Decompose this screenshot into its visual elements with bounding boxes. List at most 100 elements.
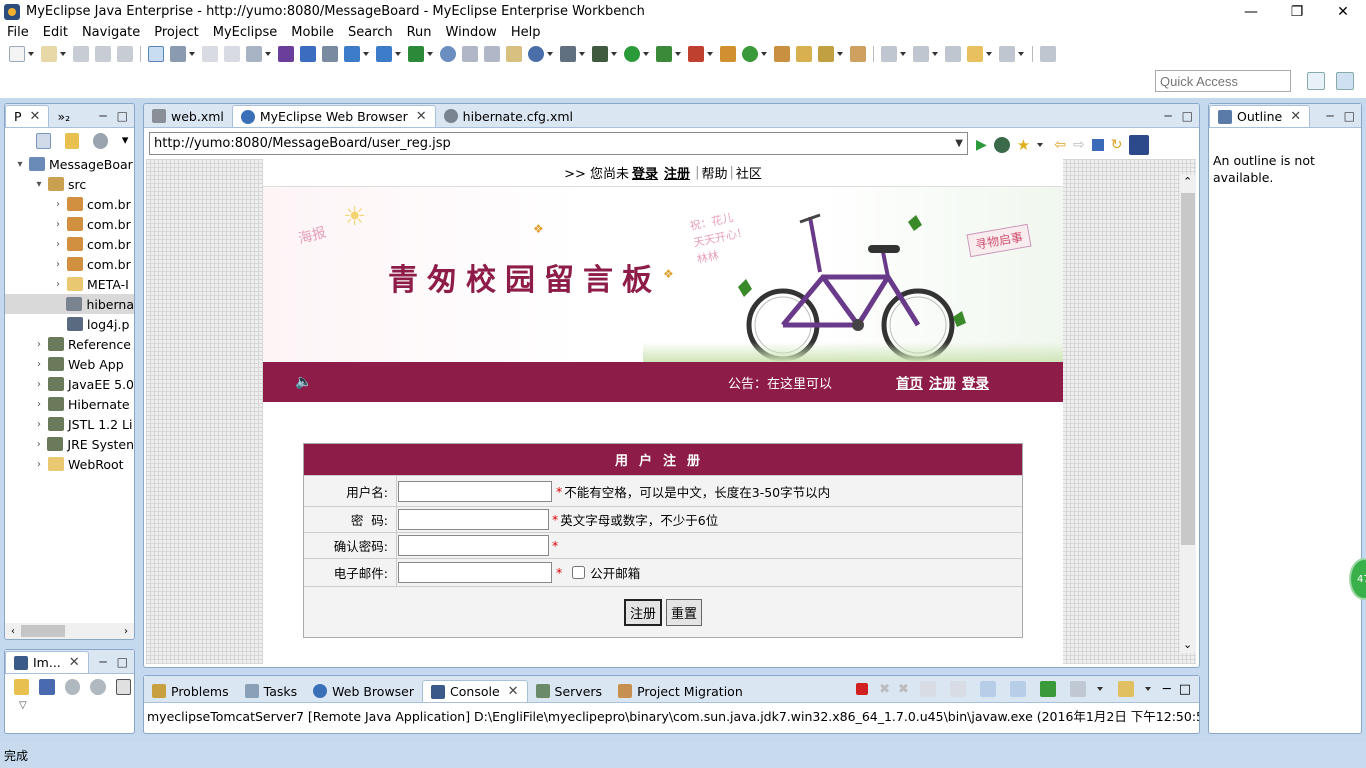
view-menu-icon[interactable]: ▽ — [5, 700, 134, 711]
nav-login-link[interactable]: 登录 — [962, 376, 989, 392]
go-icon[interactable]: ▶ — [976, 137, 987, 153]
myeclipse-browser-icon[interactable] — [1129, 135, 1150, 155]
maximize-icon[interactable]: □ — [1179, 682, 1191, 697]
expand-toggle-icon[interactable]: › — [34, 459, 44, 470]
tree-item[interactable]: › JavaEE 5.0 — [5, 374, 134, 394]
show-stderr-icon[interactable] — [1009, 681, 1026, 697]
forward-icon[interactable] — [999, 46, 1015, 62]
pin-console-icon[interactable] — [1039, 681, 1056, 697]
tab-image-viewer[interactable]: Im... ✕ — [5, 651, 89, 673]
submit-register-button[interactable]: 注册 — [623, 598, 662, 626]
tab-tasks[interactable]: Tasks — [237, 680, 306, 702]
menu-project[interactable]: Project — [147, 25, 205, 40]
url-text[interactable]: http://yumo:8080/MessageBoard/user_reg.j… — [154, 136, 451, 151]
tree-item[interactable]: › com.br — [5, 254, 134, 274]
nav-register-link[interactable]: 注册 — [929, 376, 956, 392]
restore-button[interactable]: ❐ — [1274, 0, 1320, 23]
back-icon[interactable]: ⇦ — [1054, 137, 1066, 153]
window-title-bar[interactable]: MyEclipse Java Enterprise - http://yumo:… — [0, 0, 1366, 23]
minimize-button[interactable]: — — [1228, 0, 1274, 23]
tree-item[interactable]: › JRE Systen — [5, 434, 134, 454]
run-icon[interactable] — [624, 46, 640, 62]
tab-project-migration[interactable]: Project Migration — [610, 680, 751, 702]
close-icon[interactable]: ✕ — [1290, 109, 1301, 124]
clear-console-icon[interactable] — [919, 681, 936, 697]
scroll-lock-icon[interactable] — [949, 681, 966, 697]
collapse-all-icon[interactable] — [36, 133, 51, 149]
globe-icon[interactable] — [440, 46, 456, 62]
tab-hibernate-cfg[interactable]: hibernate.cfg.xml — [436, 105, 581, 127]
close-icon[interactable]: ✕ — [416, 109, 427, 124]
myeclipse-perspective-icon[interactable] — [1336, 72, 1354, 90]
fit-icon[interactable] — [39, 679, 55, 695]
next-annotation-icon[interactable] — [881, 46, 897, 62]
expand-toggle-icon[interactable]: › — [53, 279, 63, 290]
maximize-icon[interactable]: □ — [1182, 109, 1193, 123]
topnav-register-link[interactable]: 注册 — [664, 163, 690, 182]
tab-console[interactable]: Console ✕ — [422, 680, 528, 702]
cube-icon[interactable] — [278, 46, 294, 62]
remove-all-icon[interactable]: ✖ — [898, 682, 909, 697]
pin-icon[interactable] — [1040, 46, 1056, 62]
tree-item[interactable]: › Web App — [5, 354, 134, 374]
menu-help[interactable]: Help — [504, 25, 548, 40]
tab-web-browser[interactable]: MyEclipse Web Browser ✕ — [231, 105, 436, 127]
menu-navigate[interactable]: Navigate — [75, 25, 147, 40]
tree-item[interactable]: log4j.p — [5, 314, 134, 334]
tab-more-views[interactable]: »₂ — [49, 105, 78, 127]
expand-toggle-icon[interactable]: › — [34, 339, 44, 350]
redo-icon[interactable] — [224, 46, 240, 62]
gear-debug-icon[interactable] — [592, 46, 608, 62]
minimize-icon[interactable]: ─ — [99, 655, 106, 669]
tree-item[interactable]: ▾ MessageBoar — [5, 154, 134, 174]
expand-toggle-icon[interactable]: › — [34, 399, 44, 410]
tab-outline[interactable]: Outline ✕ — [1209, 105, 1311, 127]
zoom-in-icon[interactable] — [90, 679, 106, 695]
tools-icon[interactable] — [170, 46, 186, 62]
database-icon[interactable] — [462, 46, 478, 62]
public-email-checkbox[interactable] — [572, 566, 586, 579]
scroll-up-icon[interactable]: ⌃ — [1183, 175, 1192, 188]
web-service-icon[interactable] — [246, 46, 262, 62]
speaker-icon[interactable]: 🔈 — [295, 374, 312, 390]
expand-toggle-icon[interactable]: › — [34, 439, 43, 450]
tab-package-explorer[interactable]: P ✕ — [5, 105, 50, 127]
tree-item[interactable]: › Hibernate — [5, 394, 134, 414]
minimize-icon[interactable]: ─ — [1164, 109, 1171, 123]
password-input[interactable] — [398, 509, 549, 530]
coverage-icon[interactable] — [688, 46, 704, 62]
ant-icon[interactable] — [506, 46, 522, 62]
scroll-thumb[interactable] — [21, 625, 65, 637]
undo-icon[interactable] — [202, 46, 218, 62]
quick-access-input[interactable] — [1155, 70, 1291, 92]
save-all-icon[interactable] — [95, 46, 111, 62]
save-icon[interactable] — [73, 46, 89, 62]
favorites-icon[interactable]: ★ — [1017, 136, 1030, 154]
open-type-icon[interactable] — [774, 46, 790, 62]
bug-icon[interactable] — [376, 46, 392, 62]
expand-toggle-icon[interactable]: ▾ — [15, 159, 25, 170]
run-external-icon[interactable] — [656, 46, 672, 62]
close-button[interactable]: ✕ — [1320, 0, 1366, 23]
link-with-editor-icon[interactable] — [64, 133, 80, 149]
topnav-login-link[interactable]: 登录 — [632, 163, 658, 182]
actual-size-icon[interactable] — [115, 679, 132, 695]
tab-web-browser-view[interactable]: Web Browser — [305, 680, 422, 702]
maximize-icon[interactable]: □ — [1344, 109, 1355, 123]
scroll-down-icon[interactable]: ⌄ — [1183, 638, 1192, 651]
email-input[interactable] — [398, 562, 552, 583]
close-icon[interactable]: ✕ — [508, 684, 519, 699]
tab-problems[interactable]: Problems — [144, 680, 237, 702]
topnav-community-link[interactable]: 社区 — [736, 163, 762, 182]
new-project-icon[interactable] — [41, 46, 57, 62]
menu-search[interactable]: Search — [341, 25, 400, 40]
expand-toggle-icon[interactable]: › — [53, 219, 63, 230]
tree-item[interactable]: › com.br — [5, 194, 134, 214]
username-input[interactable] — [398, 480, 552, 502]
explorer-hscrollbar[interactable]: ‹ › — [5, 623, 134, 639]
expand-toggle-icon[interactable]: ▾ — [34, 179, 44, 190]
terminate-icon[interactable] — [856, 683, 869, 695]
view-menu-icon[interactable]: ▾ — [122, 133, 131, 149]
filter-icon[interactable] — [93, 133, 108, 149]
open-perspective-icon[interactable] — [1307, 72, 1325, 90]
